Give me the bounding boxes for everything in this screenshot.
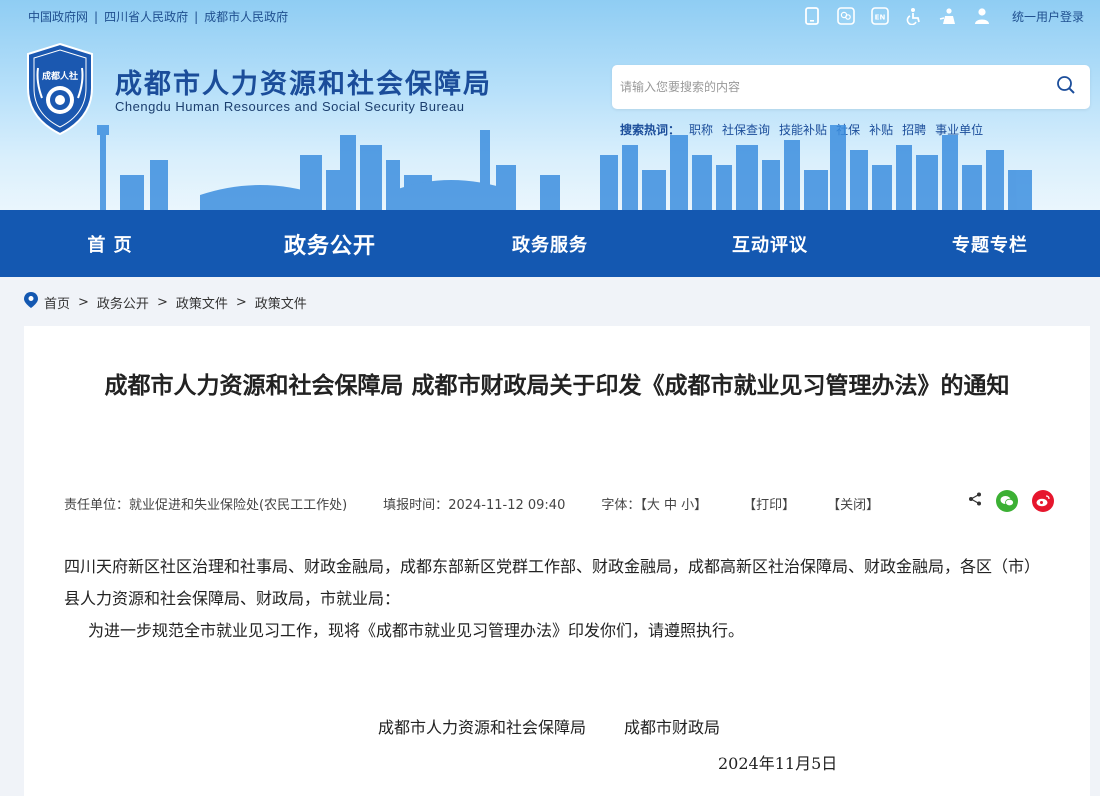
svg-text:EN: EN — [875, 14, 886, 22]
print-button[interactable]: 【打印】 — [743, 494, 795, 513]
chevron-right-icon: > — [78, 294, 89, 310]
wechat-share-icon[interactable] — [996, 490, 1018, 512]
search-input[interactable] — [620, 80, 1056, 94]
time-value: 2024-11-12 09:40 — [448, 498, 566, 513]
link-sichuan-gov[interactable]: 四川省人民政府 — [104, 8, 188, 25]
recipients-paragraph: 四川天府新区社区治理和社事局、财政金融局，成都东部新区党群工作部、财政金融局，成… — [64, 557, 1041, 608]
link-gov-cn[interactable]: 中国政府网 — [28, 8, 88, 25]
nav-home[interactable]: 首 页 — [0, 231, 220, 257]
article-panel: 成都市人力资源和社会保障局 成都市财政局关于印发《成都市就业见习管理办法》的通知… — [24, 326, 1090, 796]
divider: | — [94, 9, 99, 24]
signer-finance-bureau: 成都市财政局 — [624, 718, 721, 737]
top-tools: EN 统一用户登录 — [802, 6, 1084, 26]
article-title: 成都市人力资源和社会保障局 成都市财政局关于印发《成都市就业见习管理办法》的通知 — [104, 373, 1010, 399]
article-meta: 责任单位：就业促进和失业保险处(农民工工作处) 填报时间：2024-11-12 … — [64, 490, 1054, 513]
site-subtitle: Chengdu Human Resources and Social Secur… — [115, 99, 465, 114]
accessibility-icon[interactable] — [904, 6, 924, 26]
breadcrumb-home[interactable]: 首页 — [44, 293, 70, 312]
publish-time: 填报时间：2024-11-12 09:40 — [383, 494, 565, 513]
english-icon[interactable]: EN — [870, 6, 890, 26]
site-title: 成都市人力资源和社会保障局 — [115, 69, 492, 100]
font-size-options[interactable]: 【大 中 小】 — [640, 498, 707, 513]
breadcrumb-policy-files-current[interactable]: 政策文件 — [255, 293, 307, 312]
nav-interaction[interactable]: 互动评议 — [660, 231, 880, 257]
share-bar — [968, 490, 1054, 512]
unit-label: 责任单位： — [64, 498, 130, 513]
chevron-right-icon: > — [235, 294, 247, 310]
mobile-icon[interactable] — [802, 6, 822, 26]
search-icon[interactable] — [1056, 75, 1076, 99]
city-skyline-image — [97, 125, 1032, 210]
document-date: 2024年11月5日 — [718, 754, 838, 773]
login-link[interactable]: 统一用户登录 — [1012, 8, 1084, 25]
chevron-right-icon: > — [156, 294, 168, 310]
signer-hrss-bureau: 成都市人力资源和社会保障局 — [378, 718, 587, 737]
link-chengdu-gov[interactable]: 成都市人民政府 — [204, 8, 288, 25]
nav-special-topics[interactable]: 专题专栏 — [880, 231, 1100, 257]
care-icon[interactable] — [938, 6, 958, 26]
signature-block: 成都市人力资源和社会保障局 成都市财政局 — [378, 714, 720, 738]
nav-government-affairs[interactable]: 政务公开 — [220, 228, 440, 260]
main-nav: 首 页 政务公开 政务服务 互动评议 专题专栏 — [0, 210, 1100, 277]
nav-services[interactable]: 政务服务 — [440, 231, 660, 257]
share-icon[interactable] — [968, 492, 982, 510]
location-pin-icon — [24, 292, 38, 312]
site-header: 中国政府网 | 四川省人民政府 | 成都市人民政府 EN 统一用户登录 成都人社 — [0, 0, 1100, 210]
breadcrumb-government-affairs[interactable]: 政务公开 — [97, 293, 149, 312]
article-body: 四川天府新区社区治理和社事局、财政金融局，成都东部新区党群工作部、财政金融局，成… — [64, 551, 1054, 647]
close-button[interactable]: 【关闭】 — [827, 494, 879, 513]
top-links: 中国政府网 | 四川省人民政府 | 成都市人民政府 — [28, 8, 288, 25]
search-box — [612, 65, 1090, 109]
responsible-unit: 责任单位：就业促进和失业保险处(农民工工作处) — [64, 494, 347, 513]
unit-value: 就业促进和失业保险处(农民工工作处) — [129, 498, 348, 513]
breadcrumb: 首页 > 政务公开 > 政策文件 > 政策文件 — [0, 277, 1100, 327]
body-paragraph: 为进一步规范全市就业见习工作，现将《成都市就业见习管理办法》印发你们，请遵照执行… — [88, 621, 745, 640]
font-size-controls: 字体：【大 中 小】 — [601, 494, 707, 513]
divider: | — [194, 9, 199, 24]
logo-text: 成都人社 — [42, 70, 78, 82]
weibo-share-icon[interactable] — [1032, 490, 1054, 512]
font-label: 字体： — [601, 498, 641, 513]
breadcrumb-policy-files[interactable]: 政策文件 — [176, 293, 228, 312]
user-icon[interactable] — [972, 6, 992, 26]
wechat-icon[interactable] — [836, 6, 856, 26]
time-label: 填报时间： — [383, 498, 449, 513]
